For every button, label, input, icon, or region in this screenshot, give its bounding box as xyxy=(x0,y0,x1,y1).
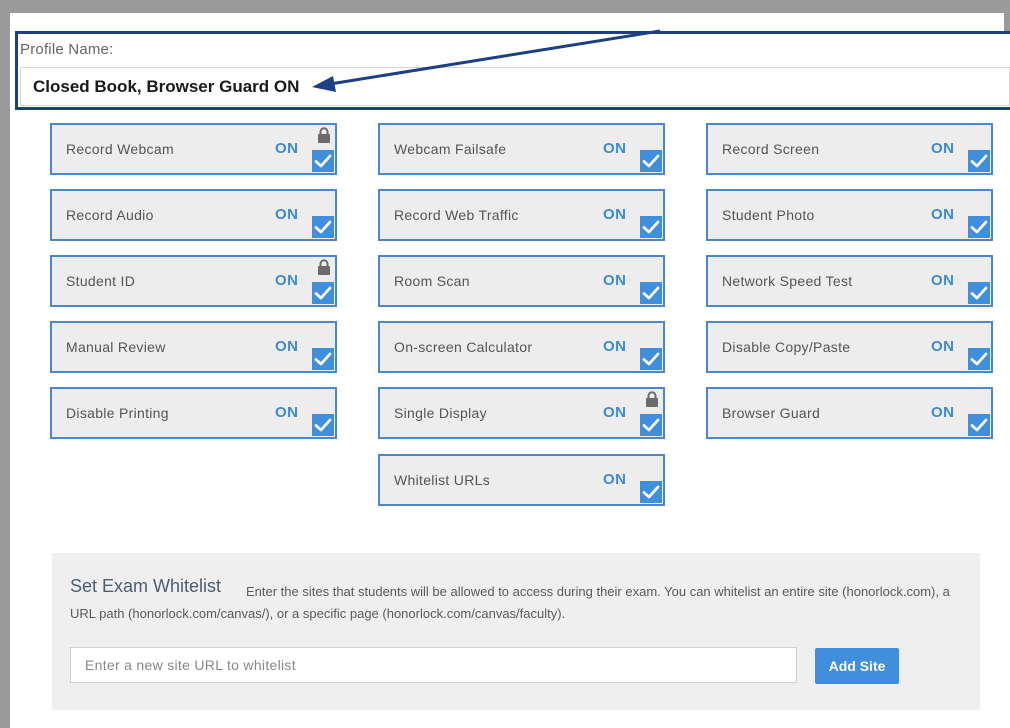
window-frame-top xyxy=(0,0,1010,13)
setting-label: Single Display xyxy=(394,405,487,421)
setting-state: ON xyxy=(275,140,299,157)
setting-state: ON xyxy=(275,338,299,355)
setting-tile-record-web-traffic[interactable]: Record Web Traffic ON xyxy=(378,189,665,241)
setting-tile-webcam-failsafe[interactable]: Webcam Failsafe ON xyxy=(378,123,665,175)
setting-label: Browser Guard xyxy=(722,405,821,421)
setting-state: ON xyxy=(603,272,627,289)
profile-name-label: Profile Name: xyxy=(20,41,114,58)
checkbox-checked-icon[interactable] xyxy=(312,150,334,172)
setting-state: ON xyxy=(275,272,299,289)
setting-state: ON xyxy=(931,404,955,421)
setting-label: Manual Review xyxy=(66,339,166,355)
whitelist-description-text: Enter the sites that students will be al… xyxy=(70,584,950,621)
checkbox-checked-icon[interactable] xyxy=(968,216,990,238)
checkbox-checked-icon[interactable] xyxy=(640,414,662,436)
setting-state: ON xyxy=(931,338,955,355)
setting-label: Record Webcam xyxy=(66,141,174,157)
setting-state: ON xyxy=(931,140,955,157)
whitelist-url-input[interactable] xyxy=(70,647,797,683)
checkbox-checked-icon[interactable] xyxy=(640,481,662,503)
window-frame-left xyxy=(0,0,10,728)
setting-tile-record-screen[interactable]: Record Screen ON xyxy=(706,123,993,175)
exam-whitelist-panel: Set Exam Whitelist Enter the sites that … xyxy=(52,553,980,710)
profile-name-input[interactable]: Closed Book, Browser Guard ON xyxy=(20,67,1010,106)
setting-tile-student-id[interactable]: Student ID ON xyxy=(50,255,337,307)
setting-label: On-screen Calculator xyxy=(394,339,533,355)
setting-label: Webcam Failsafe xyxy=(394,141,507,157)
setting-tile-disable-copy-paste[interactable]: Disable Copy/Paste ON xyxy=(706,321,993,373)
setting-label: Whitelist URLs xyxy=(394,472,490,488)
setting-label: Disable Printing xyxy=(66,405,169,421)
whitelist-description: Enter the sites that students will be al… xyxy=(70,581,950,625)
lock-icon xyxy=(645,391,659,413)
setting-label: Room Scan xyxy=(394,273,470,289)
setting-state: ON xyxy=(603,338,627,355)
setting-state: ON xyxy=(275,404,299,421)
lock-icon xyxy=(317,127,331,149)
lock-icon xyxy=(317,259,331,281)
checkbox-checked-icon[interactable] xyxy=(640,216,662,238)
checkbox-checked-icon[interactable] xyxy=(312,414,334,436)
profile-name-value: Closed Book, Browser Guard ON xyxy=(33,77,300,96)
setting-state: ON xyxy=(931,272,955,289)
setting-state: ON xyxy=(603,404,627,421)
profile-name-section: Profile Name: Closed Book, Browser Guard… xyxy=(15,31,1010,110)
setting-label: Student ID xyxy=(66,273,136,289)
window-frame-right xyxy=(1004,0,1010,32)
setting-state: ON xyxy=(931,206,955,223)
setting-tile-network-speed-test[interactable]: Network Speed Test ON xyxy=(706,255,993,307)
setting-tile-room-scan[interactable]: Room Scan ON xyxy=(378,255,665,307)
add-site-button[interactable]: Add Site xyxy=(815,648,899,684)
checkbox-checked-icon[interactable] xyxy=(640,348,662,370)
setting-state: ON xyxy=(603,206,627,223)
setting-tile-browser-guard[interactable]: Browser Guard ON xyxy=(706,387,993,439)
checkbox-checked-icon[interactable] xyxy=(968,282,990,304)
setting-label: Record Web Traffic xyxy=(394,207,519,223)
setting-tile-single-display[interactable]: Single Display ON xyxy=(378,387,665,439)
checkbox-checked-icon[interactable] xyxy=(640,150,662,172)
setting-tile-manual-review[interactable]: Manual Review ON xyxy=(50,321,337,373)
setting-label: Record Audio xyxy=(66,207,154,223)
setting-tile-record-audio[interactable]: Record Audio ON xyxy=(50,189,337,241)
setting-tile-disable-printing[interactable]: Disable Printing ON xyxy=(50,387,337,439)
setting-label: Record Screen xyxy=(722,141,820,157)
setting-state: ON xyxy=(603,140,627,157)
setting-label: Student Photo xyxy=(722,207,815,223)
setting-label: Disable Copy/Paste xyxy=(722,339,851,355)
checkbox-checked-icon[interactable] xyxy=(312,216,334,238)
checkbox-checked-icon[interactable] xyxy=(312,348,334,370)
setting-tile-whitelist-urls[interactable]: Whitelist URLs ON xyxy=(378,454,665,506)
setting-tile-on-screen-calculator[interactable]: On-screen Calculator ON xyxy=(378,321,665,373)
setting-state: ON xyxy=(275,206,299,223)
setting-label: Network Speed Test xyxy=(722,273,853,289)
setting-tile-record-webcam[interactable]: Record Webcam ON xyxy=(50,123,337,175)
setting-tile-student-photo[interactable]: Student Photo ON xyxy=(706,189,993,241)
checkbox-checked-icon[interactable] xyxy=(312,282,334,304)
checkbox-checked-icon[interactable] xyxy=(968,414,990,436)
checkbox-checked-icon[interactable] xyxy=(968,348,990,370)
setting-state: ON xyxy=(603,471,627,488)
checkbox-checked-icon[interactable] xyxy=(968,150,990,172)
checkbox-checked-icon[interactable] xyxy=(640,282,662,304)
